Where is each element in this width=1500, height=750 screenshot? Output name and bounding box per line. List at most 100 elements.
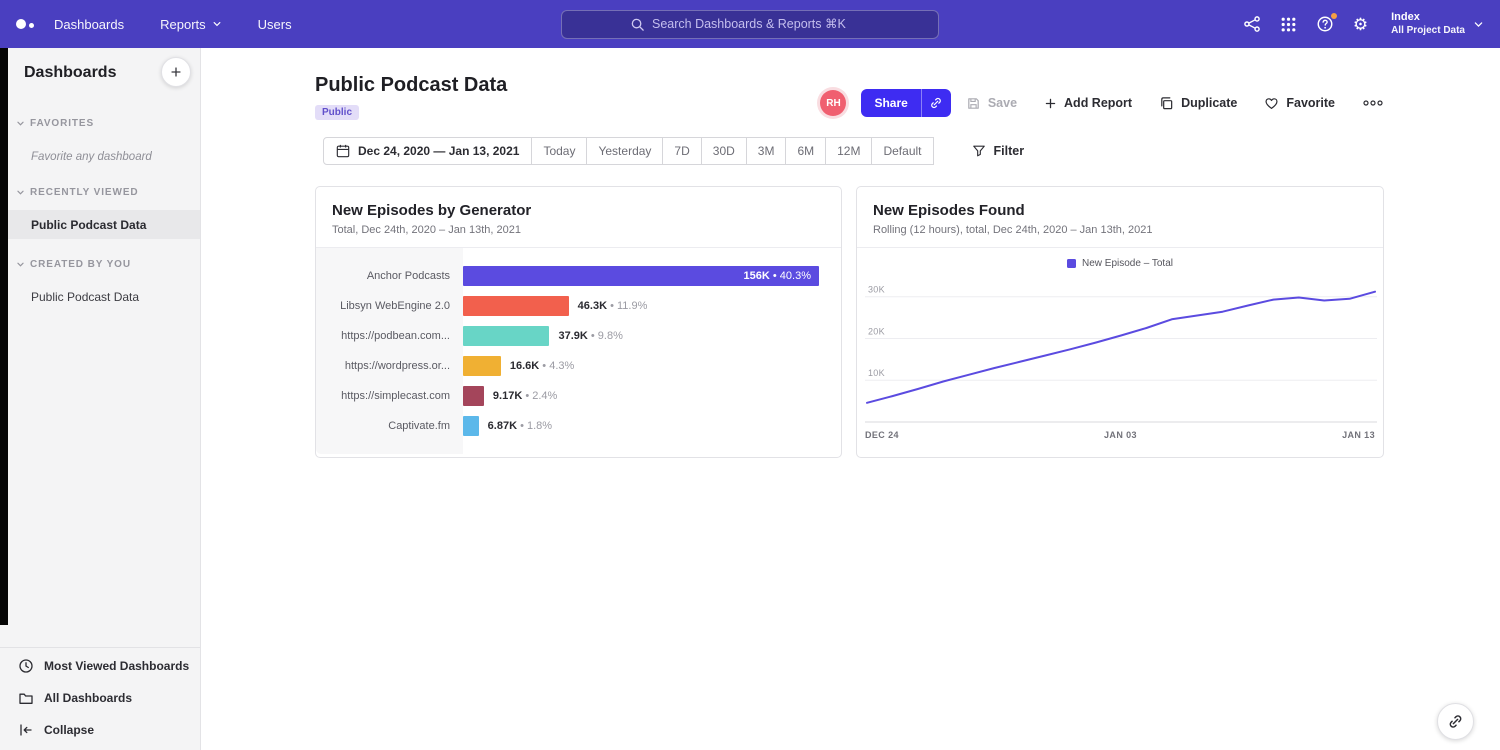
favorite-button[interactable]: Favorite (1264, 96, 1335, 111)
copy-icon (1159, 96, 1174, 111)
bar-track: 156K • 40.3% (463, 266, 819, 286)
sidebar-section-favorites[interactable]: FAVORITES (16, 118, 94, 129)
preset-default[interactable]: Default (872, 137, 933, 165)
report-cards: New Episodes by Generator Total, Dec 24t… (315, 186, 1384, 458)
section-label: CREATED BY YOU (30, 259, 131, 270)
preset-30d[interactable]: 30D (702, 137, 747, 165)
filter-label: Filter (994, 144, 1025, 158)
sidebar-section-created[interactable]: CREATED BY YOU (16, 259, 131, 270)
project-subtitle: All Project Data (1391, 25, 1465, 38)
preset-6m[interactable]: 6M (786, 137, 826, 165)
sidebar-footer: Most Viewed Dashboards All Dashboards Co… (0, 647, 200, 746)
x-axis-labels: DEC 24 JAN 03 JAN 13 (865, 430, 1375, 440)
sidebar-item-public-podcast-data-created[interactable]: Public Podcast Data (0, 282, 200, 311)
calendar-icon (336, 144, 350, 158)
bar[interactable] (463, 296, 569, 316)
preset-7d[interactable]: 7D (663, 137, 701, 165)
bar-row: Libsyn WebEngine 2.0 46.3K • 11.9% (316, 291, 841, 321)
bar-track: 6.87K • 1.8% (463, 416, 819, 436)
favorite-label: Favorite (1286, 96, 1335, 110)
date-range-label: Dec 24, 2020 — Jan 13, 2021 (358, 144, 519, 158)
preset-12m[interactable]: 12M (826, 137, 872, 165)
chevron-down-icon (212, 19, 222, 29)
bar-value-label: 16.6K • 4.3% (510, 360, 574, 372)
bar-track: 37.9K • 9.8% (463, 326, 819, 346)
plus-icon (1044, 97, 1057, 110)
nav-reports[interactable]: Reports (160, 17, 222, 32)
main-content: Public Podcast Data Public RH Share Save… (201, 48, 1500, 750)
bar[interactable] (463, 356, 501, 376)
copy-link-button[interactable] (921, 89, 951, 117)
bar-value-label: 156K • 40.3% (744, 270, 819, 282)
public-badge: Public (315, 105, 359, 120)
add-report-button[interactable]: Add Report (1044, 96, 1132, 110)
bar[interactable]: 156K • 40.3% (463, 266, 819, 286)
svg-text:10K: 10K (868, 368, 885, 378)
bar-row: https://podbean.com...37.9K • 9.8% (316, 321, 841, 351)
search-icon (630, 17, 645, 32)
legend-label: New Episode – Total (1082, 258, 1173, 269)
most-viewed-dashboards-button[interactable]: Most Viewed Dashboards (0, 650, 200, 682)
add-report-label: Add Report (1064, 96, 1132, 110)
collapse-sidebar-button[interactable]: Collapse (0, 714, 200, 746)
bar-track: 46.3K • 11.9% (463, 296, 819, 316)
settings-gear-icon[interactable]: ⚙ (1353, 16, 1368, 33)
link-icon (1447, 713, 1464, 730)
top-nav: Dashboards Reports Users (0, 0, 1500, 48)
line-chart-body: New Episode – Total 10K20K30K DEC 24 JAN… (857, 248, 1383, 440)
preset-today[interactable]: Today (532, 137, 587, 165)
line-chart-card: New Episodes Found Rolling (12 hours), t… (856, 186, 1384, 458)
share-button[interactable]: Share (861, 89, 920, 117)
line-chart-svg[interactable]: 10K20K30K (865, 276, 1377, 426)
sidebar-section-recent[interactable]: RECENTLY VIEWED (16, 187, 139, 198)
bar-value-label: 6.87K • 1.8% (488, 420, 552, 432)
section-label: RECENTLY VIEWED (30, 187, 139, 198)
footer-item-label: All Dashboards (44, 691, 132, 705)
bar-row: https://wordpress.or...16.6K • 4.3% (316, 351, 841, 381)
more-options-button[interactable] (1362, 99, 1384, 107)
preset-3m[interactable]: 3M (747, 137, 787, 165)
duplicate-label: Duplicate (1181, 96, 1237, 110)
date-range-button[interactable]: Dec 24, 2020 — Jan 13, 2021 (323, 137, 532, 165)
x-tick: JAN 03 (1104, 430, 1137, 440)
bar-value-label: 9.17K • 2.4% (493, 390, 557, 402)
svg-text:30K: 30K (868, 285, 885, 295)
search-input[interactable] (652, 17, 870, 31)
floating-link-button[interactable] (1437, 703, 1474, 740)
plus-icon (169, 65, 183, 79)
filter-button[interactable]: Filter (972, 144, 1025, 158)
bar-category-label: Anchor Podcasts (316, 270, 463, 282)
duplicate-button[interactable]: Duplicate (1159, 96, 1237, 111)
nav-users[interactable]: Users (258, 17, 292, 32)
apps-grid-icon[interactable] (1280, 16, 1297, 33)
line-chart-header: New Episodes Found Rolling (12 hours), t… (857, 187, 1383, 248)
legend-swatch (1067, 259, 1076, 268)
bar[interactable] (463, 416, 479, 436)
x-tick: JAN 13 (1342, 430, 1375, 440)
avatar[interactable]: RH (820, 90, 846, 116)
app-logo-icon[interactable] (16, 19, 34, 29)
nav-dashboards[interactable]: Dashboards (54, 17, 124, 32)
nav-reports-label: Reports (160, 17, 206, 32)
data-connections-icon[interactable] (1243, 15, 1261, 33)
chevron-down-icon (1473, 19, 1484, 30)
sidebar-item-label: Public Podcast Data (31, 218, 146, 232)
bar[interactable] (463, 386, 484, 406)
footer-item-label: Collapse (44, 723, 94, 737)
bar-chart-header: New Episodes by Generator Total, Dec 24t… (316, 187, 841, 248)
bar-value-label: 46.3K • 11.9% (578, 300, 648, 312)
heart-icon (1264, 96, 1279, 111)
new-dashboard-button[interactable] (161, 57, 191, 87)
bar-chart-subtitle: Total, Dec 24th, 2020 – Jan 13th, 2021 (332, 224, 825, 236)
global-search[interactable] (561, 10, 939, 39)
project-selector[interactable]: Index All Project Data (1391, 11, 1484, 37)
sidebar-item-public-podcast-data[interactable]: Public Podcast Data (0, 210, 200, 239)
bar-category-label: Libsyn WebEngine 2.0 (316, 300, 463, 312)
chevron-down-icon (16, 188, 25, 197)
bar[interactable] (463, 326, 549, 346)
save-label: Save (988, 96, 1017, 110)
save-button[interactable]: Save (966, 96, 1017, 111)
help-icon[interactable] (1316, 15, 1334, 33)
all-dashboards-button[interactable]: All Dashboards (0, 682, 200, 714)
preset-yesterday[interactable]: Yesterday (587, 137, 663, 165)
